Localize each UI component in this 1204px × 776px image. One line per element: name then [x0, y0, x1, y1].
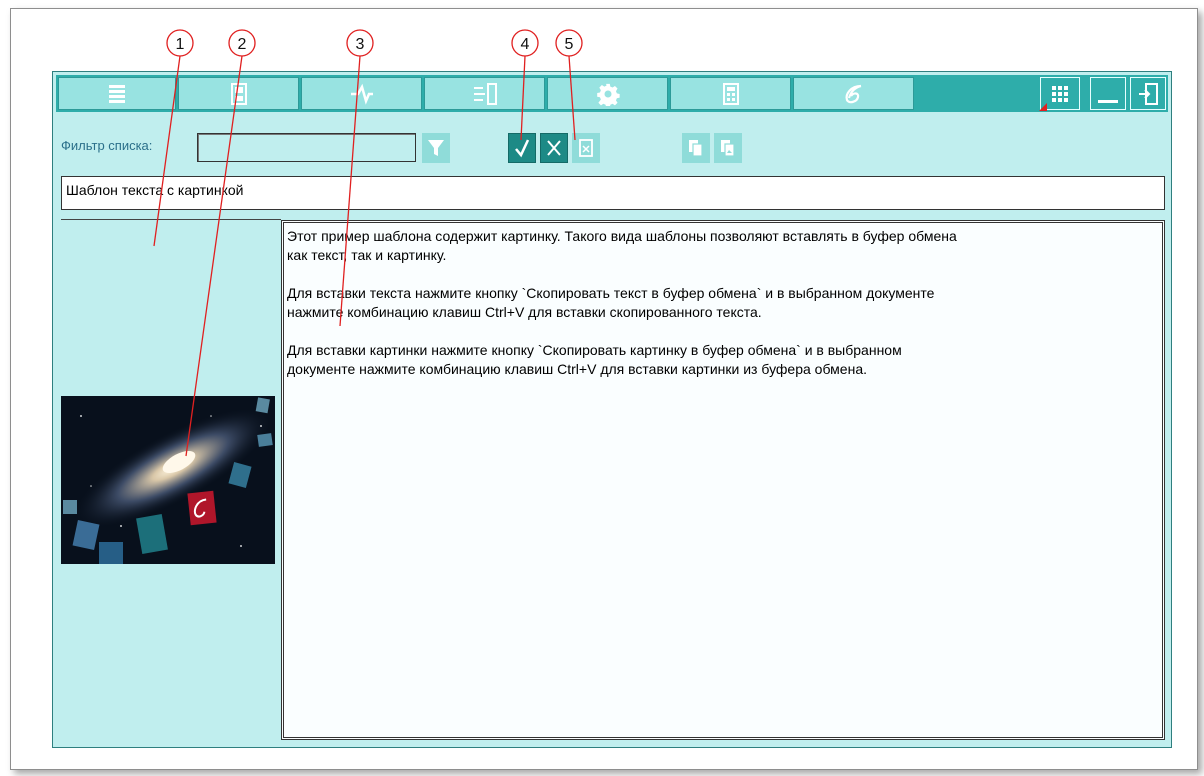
- exit-icon: [1139, 82, 1158, 105]
- copy-text-button[interactable]: [682, 133, 710, 163]
- cancel-button[interactable]: [540, 133, 568, 163]
- tab-transfer[interactable]: [424, 77, 545, 110]
- tab-fork[interactable]: [301, 77, 422, 110]
- filter-button[interactable]: [422, 133, 450, 163]
- template-title-field[interactable]: Шаблон текста с картинкой: [61, 176, 1165, 210]
- text-paragraph: Для вставки текста нажмите кнопку `Скопи…: [287, 285, 935, 320]
- delete-icon: [579, 139, 593, 157]
- filter-label: Фильтр списка:: [61, 138, 153, 153]
- exit-button[interactable]: [1130, 77, 1166, 110]
- text-paragraph: Этот пример шаблона содержит картинку. Т…: [287, 228, 957, 263]
- cross-icon: [547, 140, 561, 156]
- tab-page[interactable]: [178, 77, 299, 110]
- template-image: [61, 396, 275, 564]
- corner-marker: [1039, 103, 1047, 111]
- confirm-button[interactable]: [508, 133, 536, 163]
- transfer-icon: [473, 82, 497, 105]
- divider: [61, 219, 281, 220]
- fork-arrow-icon: [350, 83, 373, 105]
- list-icon: [109, 84, 125, 103]
- filter-input[interactable]: [197, 133, 416, 162]
- top-toolbar: [56, 75, 1168, 112]
- grid-icon: [1052, 85, 1068, 102]
- tab-logo[interactable]: [793, 77, 914, 110]
- tab-calculator[interactable]: [670, 77, 791, 110]
- copy-image-button[interactable]: [714, 133, 742, 163]
- tab-settings[interactable]: [547, 77, 668, 110]
- template-text-area[interactable]: Этот пример шаблона содержит картинку. Т…: [281, 220, 1165, 740]
- template-editor-window: Фильтр списка: Шаблон текста с картинкой: [52, 71, 1172, 748]
- minimize-button[interactable]: [1090, 77, 1126, 110]
- copy-text-icon: [689, 140, 703, 157]
- galaxy-image: [61, 396, 275, 564]
- page-icon: [230, 82, 247, 105]
- tab-list[interactable]: [58, 77, 176, 110]
- text-paragraph: Для вставки картинки нажмите кнопку `Ско…: [287, 342, 902, 377]
- copy-image-icon: [721, 140, 735, 157]
- grid-button[interactable]: [1039, 77, 1080, 111]
- logo-icon: [845, 84, 861, 103]
- delete-button[interactable]: [572, 133, 600, 163]
- calculator-icon: [722, 82, 739, 105]
- checkmark-icon: [515, 139, 530, 158]
- minimize-icon: [1098, 99, 1118, 103]
- gear-icon: [596, 83, 620, 106]
- funnel-icon: [428, 140, 444, 156]
